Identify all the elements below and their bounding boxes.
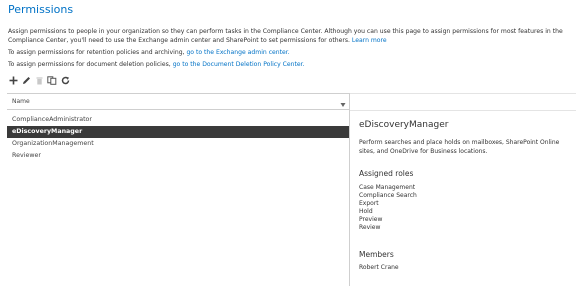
trash-icon <box>35 76 44 85</box>
retention-text: To assign permissions for retention poli… <box>8 49 185 56</box>
retention-info: To assign permissions for retention poli… <box>8 48 290 57</box>
deletion-info: To assign permissions for document delet… <box>8 60 305 69</box>
toolbar <box>7 74 72 86</box>
refresh-button[interactable] <box>59 74 71 86</box>
members-list: Robert Crane <box>359 264 399 272</box>
assigned-roles-heading: Assigned roles <box>359 169 414 178</box>
list-item[interactable]: eDiscoveryManager <box>7 126 349 138</box>
page-title: Permissions <box>8 3 74 16</box>
plus-icon <box>9 76 18 85</box>
exchange-admin-center-link[interactable]: go to the Exchange admin center. <box>186 49 289 56</box>
detail-title: eDiscoveryManager <box>359 120 449 130</box>
list-rows: ComplianceAdministrator eDiscoveryManage… <box>7 114 349 162</box>
divider <box>350 110 576 111</box>
deletion-text: To assign permissions for document delet… <box>8 61 171 68</box>
role-item: Hold <box>359 208 373 215</box>
assigned-roles-list: Case Management Compliance Search Export… <box>359 184 417 232</box>
detail-description: Perform searches and place holds on mail… <box>359 139 560 155</box>
roles-list: Name ComplianceAdministrator eDiscoveryM… <box>7 93 350 286</box>
member-item: Robert Crane <box>359 264 399 271</box>
description-text: Assign permissions to people in your org… <box>8 28 563 44</box>
deletion-policy-center-link[interactable]: go to the Document Deletion Policy Cente… <box>173 61 305 68</box>
add-button[interactable] <box>7 74 19 86</box>
delete-button[interactable] <box>33 74 45 86</box>
page-description: Assign permissions to people in your org… <box>8 27 574 45</box>
detail-panel: eDiscoveryManager Perform searches and p… <box>350 93 576 286</box>
role-item: Case Management <box>359 184 416 191</box>
learn-more-link[interactable]: Learn more <box>352 37 387 44</box>
role-item: Export <box>359 200 379 207</box>
role-item: Preview <box>359 216 383 223</box>
members-heading: Members <box>359 250 394 259</box>
role-item: Review <box>359 224 381 231</box>
refresh-icon <box>61 76 70 85</box>
role-item: Compliance Search <box>359 192 417 199</box>
pencil-icon <box>22 76 31 85</box>
list-item[interactable]: OrganizationManagement <box>7 138 349 150</box>
name-column-header[interactable]: Name <box>7 94 349 110</box>
column-header-label: Name <box>12 98 30 105</box>
edit-button[interactable] <box>20 74 32 86</box>
sort-caret-icon <box>340 99 346 114</box>
list-item[interactable]: Reviewer <box>7 150 349 162</box>
copy-button[interactable] <box>46 74 58 86</box>
list-item[interactable]: ComplianceAdministrator <box>7 114 349 126</box>
copy-icon <box>47 75 57 85</box>
